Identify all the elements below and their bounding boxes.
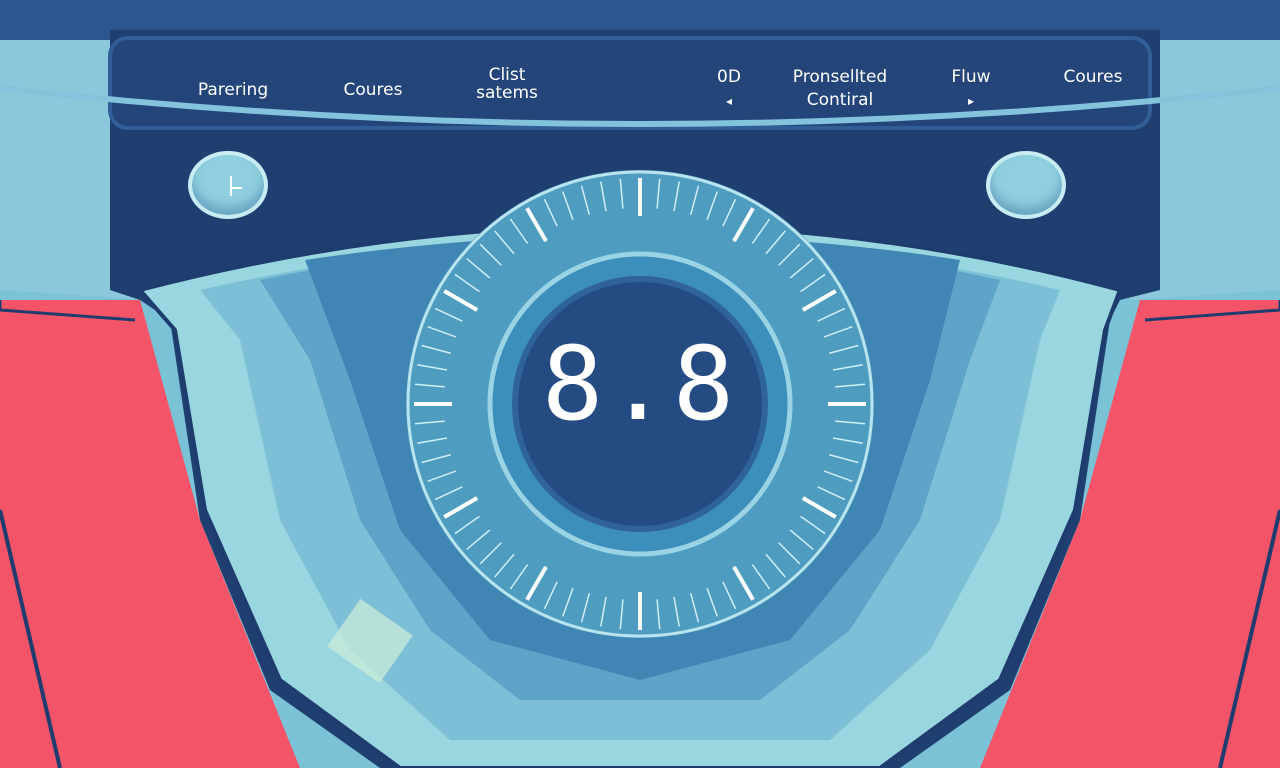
clock-icon [230, 176, 242, 196]
nav-item-label: Parering [197, 80, 269, 100]
right-round-button[interactable] [986, 151, 1066, 219]
nav-item-label: Coures [1063, 67, 1123, 87]
caret-left-icon[interactable]: ◂ [726, 94, 732, 108]
nav-item-label: Clist [488, 65, 526, 85]
nav-item-pronsellted-contiral[interactable]: Pronsellted Contiral [793, 66, 887, 112]
nav-item-label: Pronsellted [792, 67, 888, 87]
nav-item-clist-satems[interactable]: Clist satems [476, 66, 538, 102]
dial-readout: 8.8 [541, 325, 739, 444]
nav-item-parering[interactable]: Parering [198, 79, 268, 101]
nav-item-label: 0D [717, 67, 741, 87]
left-round-button[interactable] [188, 151, 268, 219]
nav-item-coures-2[interactable]: Coures [1064, 66, 1123, 88]
nav-item-fluw[interactable]: Fluw [951, 66, 990, 88]
nav-item-0d[interactable]: 0D [717, 66, 741, 88]
nav-item-label-2: satems [476, 83, 538, 103]
nav-item-label: Coures [343, 80, 403, 100]
nav-item-label-2: Contiral [806, 90, 874, 110]
caret-right-icon[interactable]: ▸ [968, 94, 974, 108]
nav-item-coures[interactable]: Coures [344, 79, 403, 101]
nav-item-label: Fluw [951, 67, 991, 87]
